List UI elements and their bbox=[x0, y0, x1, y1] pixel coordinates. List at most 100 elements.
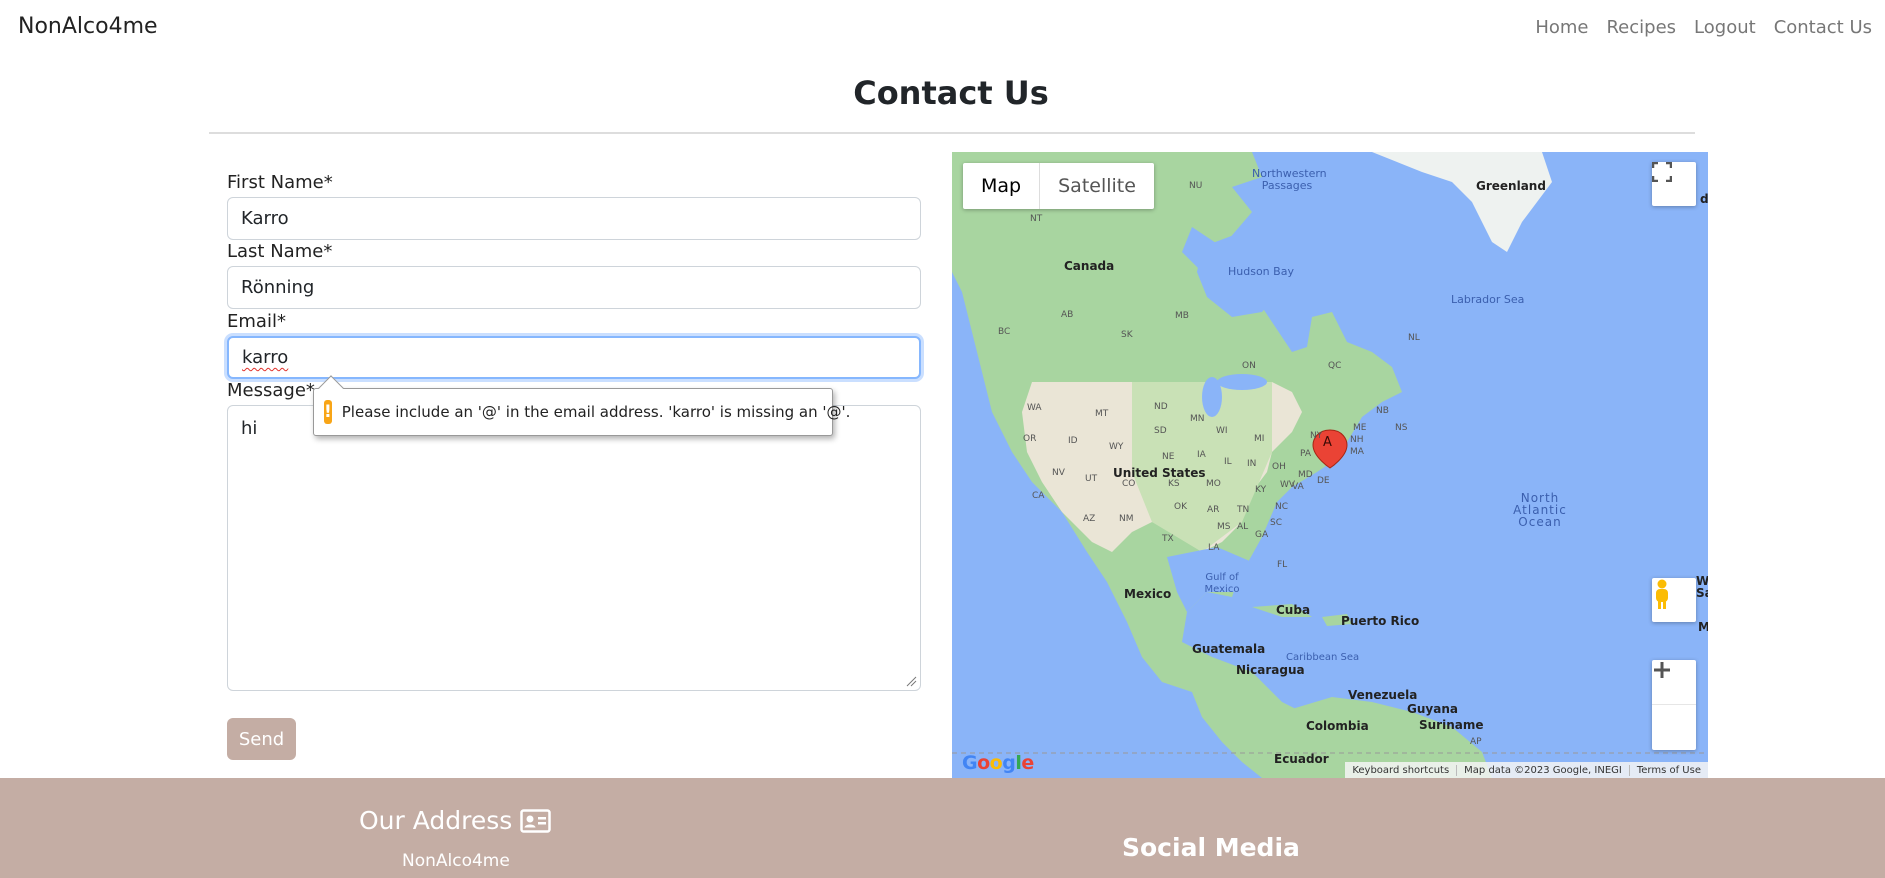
region-label: IN bbox=[1247, 459, 1257, 469]
region-label: MS bbox=[1217, 522, 1231, 532]
address-title: Our Address bbox=[359, 806, 513, 835]
social-media-title: Social Media bbox=[1122, 833, 1300, 862]
region-label: AP bbox=[1470, 737, 1482, 747]
region-label: QC bbox=[1328, 361, 1342, 371]
map-label-ecuador: Ecuador bbox=[1274, 752, 1329, 766]
region-label: UT bbox=[1085, 474, 1098, 484]
warning-icon: ! bbox=[324, 400, 332, 424]
validation-message: Please include an '@' in the email addre… bbox=[341, 403, 851, 421]
message-textarea[interactable]: hi bbox=[227, 405, 921, 691]
region-label: IL bbox=[1224, 457, 1232, 467]
region-label: VA bbox=[1292, 482, 1304, 492]
map-label-northwestern-passages: Northwestern Passages bbox=[1252, 167, 1327, 192]
map-label-puerto-rico: Puerto Rico bbox=[1341, 614, 1420, 628]
region-label: NH bbox=[1350, 435, 1364, 445]
region-label: FL bbox=[1277, 560, 1288, 570]
region-label: TX bbox=[1162, 534, 1174, 544]
region-label: IA bbox=[1197, 450, 1206, 460]
title-divider bbox=[209, 132, 1695, 134]
first-name-value: Karro bbox=[241, 208, 289, 229]
zoom-control bbox=[1652, 660, 1696, 750]
region-label: GA bbox=[1255, 530, 1269, 540]
region-label: AZ bbox=[1083, 514, 1096, 524]
map-data-text: Map data ©2023 Google, INEGI bbox=[1456, 764, 1629, 776]
map-label-guyana: Guyana bbox=[1407, 702, 1458, 716]
region-label: ON bbox=[1242, 361, 1256, 371]
map-label-canada: Canada bbox=[1064, 259, 1115, 273]
nav-home[interactable]: Home bbox=[1526, 17, 1597, 38]
region-label: NU bbox=[1189, 181, 1203, 191]
email-value: karro bbox=[242, 347, 289, 368]
region-label: MA bbox=[1350, 447, 1364, 457]
keyboard-shortcuts-link[interactable]: Keyboard shortcuts bbox=[1345, 765, 1456, 776]
map-label-greenland: Greenland bbox=[1476, 179, 1546, 193]
region-label: WI bbox=[1216, 426, 1228, 436]
brand-logo[interactable]: NonAlco4me bbox=[18, 14, 158, 39]
nav-logout[interactable]: Logout bbox=[1685, 17, 1765, 38]
resize-grip-icon[interactable] bbox=[905, 675, 917, 687]
map-type-satellite[interactable]: Satellite bbox=[1040, 163, 1154, 209]
map-label-labrador-sea: Labrador Sea bbox=[1451, 293, 1525, 306]
fullscreen-icon[interactable] bbox=[1652, 162, 1696, 206]
map-type-map[interactable]: Map bbox=[963, 163, 1041, 209]
last-name-input[interactable]: Rönning bbox=[227, 266, 921, 309]
marker-label[interactable]: A bbox=[1323, 435, 1332, 450]
region-label: MN bbox=[1190, 414, 1205, 424]
footer: Our Address NonAlco4me Social Media bbox=[0, 778, 1885, 878]
address-heading: Our Address bbox=[359, 806, 552, 835]
last-name-label: Last Name* bbox=[227, 241, 333, 262]
region-label: SD bbox=[1154, 426, 1167, 436]
map-label-guatemala: Guatemala bbox=[1192, 642, 1266, 656]
region-label: ID bbox=[1068, 436, 1078, 446]
map-edge-label: Sa bbox=[1696, 586, 1708, 600]
region-label: NB bbox=[1376, 406, 1389, 416]
map-label-suriname: Suriname bbox=[1419, 718, 1484, 732]
address-name: NonAlco4me bbox=[402, 851, 510, 871]
email-label: Email* bbox=[227, 311, 286, 332]
region-label: NV bbox=[1052, 468, 1065, 478]
map-label-gulf-of-mexico: Gulf of Mexico bbox=[1204, 572, 1240, 595]
google-map[interactable]: A Map Satellite Canada United States Mex… bbox=[952, 152, 1708, 778]
map-attribution: Keyboard shortcuts Map data ©2023 Google… bbox=[1345, 762, 1708, 778]
nav-contact-us[interactable]: Contact Us bbox=[1765, 17, 1881, 38]
map-label-nicaragua: Nicaragua bbox=[1236, 663, 1305, 677]
google-logo[interactable]: Google bbox=[962, 752, 1034, 774]
zoom-out-icon[interactable] bbox=[1652, 668, 1696, 750]
region-label: MD bbox=[1298, 470, 1313, 480]
region-label: NM bbox=[1119, 514, 1134, 524]
region-label: CO bbox=[1122, 479, 1136, 489]
region-label: NL bbox=[1408, 333, 1420, 343]
send-button[interactable]: Send bbox=[227, 718, 296, 760]
region-label: ME bbox=[1353, 423, 1367, 433]
map-label-cuba: Cuba bbox=[1276, 603, 1311, 617]
region-label: NT bbox=[1030, 214, 1043, 224]
terms-of-use-link[interactable]: Terms of Use bbox=[1628, 764, 1708, 776]
pegman-icon[interactable] bbox=[1652, 578, 1696, 622]
nav-recipes[interactable]: Recipes bbox=[1597, 17, 1685, 38]
region-label: LA bbox=[1208, 543, 1220, 553]
message-label: Message* bbox=[227, 380, 315, 401]
page-title: Contact Us bbox=[853, 74, 1049, 112]
region-label: OR bbox=[1023, 434, 1037, 444]
region-label: DE bbox=[1317, 476, 1330, 486]
email-input[interactable]: karro bbox=[227, 336, 921, 379]
region-label: TN bbox=[1237, 505, 1250, 515]
region-label: PA bbox=[1300, 449, 1312, 459]
region-label: NS bbox=[1395, 423, 1408, 433]
region-label: KS bbox=[1168, 479, 1180, 489]
first-name-label: First Name* bbox=[227, 172, 333, 193]
region-label: AB bbox=[1061, 310, 1074, 320]
map-label-mexico: Mexico bbox=[1124, 587, 1172, 601]
region-label: OH bbox=[1272, 462, 1286, 472]
region-label: MT bbox=[1095, 409, 1109, 419]
region-label: OK bbox=[1174, 502, 1187, 512]
last-name-value: Rönning bbox=[241, 277, 315, 298]
first-name-input[interactable]: Karro bbox=[227, 197, 921, 240]
region-label: WA bbox=[1027, 403, 1042, 413]
region-label: MB bbox=[1175, 311, 1189, 321]
map-label-united-states: United States bbox=[1113, 466, 1206, 480]
region-label: MI bbox=[1254, 434, 1265, 444]
navbar: NonAlco4me Home Recipes Logout Contact U… bbox=[0, 0, 1885, 56]
region-label: MO bbox=[1206, 479, 1221, 489]
region-label: SK bbox=[1121, 330, 1133, 340]
